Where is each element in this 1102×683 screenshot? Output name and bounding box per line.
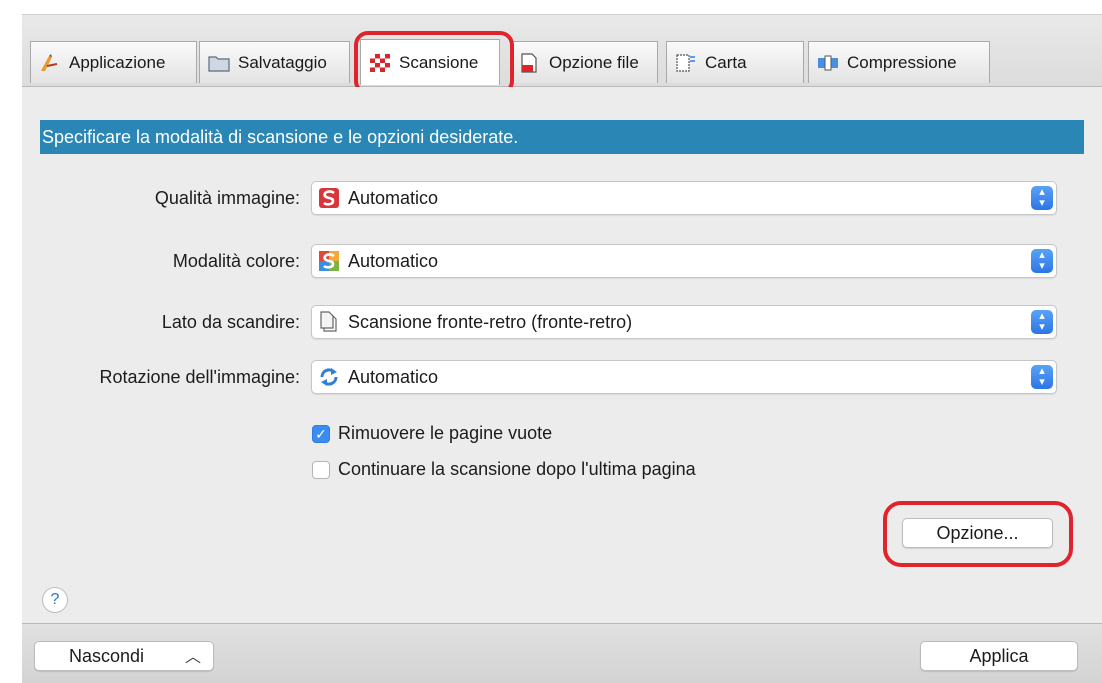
paper-size-icon [675, 53, 697, 73]
compression-icon [817, 53, 839, 73]
chevron-updown-icon: ▴ ▾ [1031, 186, 1053, 210]
chevron-updown-icon: ▴ ▾ [1031, 249, 1053, 273]
checkbox-label: Continuare la scansione dopo l'ultima pa… [338, 459, 696, 479]
scan-side-select[interactable]: Scansione fronte-retro (fronte-retro) ▴ ▾ [311, 305, 1057, 339]
tab-carta[interactable]: Carta [666, 41, 804, 83]
apply-button[interactable]: Applica [920, 641, 1078, 671]
scansione-tab-highlight [354, 31, 514, 95]
color-mode-select[interactable]: Automatico ▴ ▾ [311, 244, 1057, 278]
tab-salvataggio[interactable]: Salvataggio [199, 41, 350, 83]
chevron-up-icon: ︿ [185, 649, 202, 666]
remove-blank-pages-checkbox[interactable]: ✓ [312, 424, 330, 443]
scan-side-value: Scansione fronte-retro (fronte-retro) [348, 311, 633, 332]
checkbox-label: Rimuovere le pagine vuote [338, 423, 553, 443]
tab-label: Opzione file [549, 52, 639, 72]
tab-label: Compressione [847, 52, 957, 72]
pen-icon [39, 53, 61, 73]
scan-settings-window: Applicazione Salvataggio Scansione Opzio… [22, 14, 1102, 683]
instruction-banner: Specificare la modalità di scansione e l… [40, 120, 1084, 154]
footer-bar: Nascondi ︿ Applica [22, 623, 1102, 683]
continue-scan-option[interactable]: Continuare la scansione dopo l'ultima pa… [312, 459, 696, 480]
rotate-icon [318, 366, 340, 388]
image-rotation-select[interactable]: Automatico ▴ ▾ [311, 360, 1057, 394]
option-button-highlight [883, 501, 1073, 567]
continue-scan-checkbox[interactable] [312, 460, 330, 479]
image-quality-icon [318, 187, 340, 209]
tab-compressione[interactable]: Compressione [808, 41, 990, 83]
tab-opzione-file[interactable]: Opzione file [510, 41, 658, 83]
help-button[interactable]: ? [42, 587, 68, 613]
color-mode-value: Automatico [348, 250, 439, 271]
image-rotation-value: Automatico [348, 366, 439, 387]
scan-side-label: Lato da scandire: [161, 312, 300, 332]
remove-blank-pages-option[interactable]: ✓ Rimuovere le pagine vuote [312, 423, 552, 444]
color-mode-icon [318, 250, 340, 272]
image-rotation-label: Rotazione dell'immagine: [99, 367, 300, 387]
document-icon [318, 311, 340, 333]
scan-settings-panel: Specificare la modalità di scansione e l… [22, 87, 1102, 623]
file-icon [519, 52, 541, 73]
tab-label: Salvataggio [238, 52, 327, 72]
tab-applicazione[interactable]: Applicazione [30, 41, 197, 83]
tab-label: Applicazione [69, 52, 166, 72]
hide-button-label: Nascondi [69, 646, 145, 666]
tab-label: Carta [705, 52, 747, 72]
image-quality-label: Qualità immagine: [154, 188, 300, 208]
color-mode-label: Modalità colore: [172, 251, 300, 271]
tab-bar: Applicazione Salvataggio Scansione Opzio… [22, 15, 1102, 95]
folder-icon [208, 53, 230, 73]
image-quality-select[interactable]: Automatico ▴ ▾ [311, 181, 1057, 215]
chevron-updown-icon: ▴ ▾ [1031, 310, 1053, 334]
chevron-updown-icon: ▴ ▾ [1031, 365, 1053, 389]
image-quality-value: Automatico [348, 187, 439, 208]
hide-button[interactable]: Nascondi ︿ [34, 641, 214, 671]
